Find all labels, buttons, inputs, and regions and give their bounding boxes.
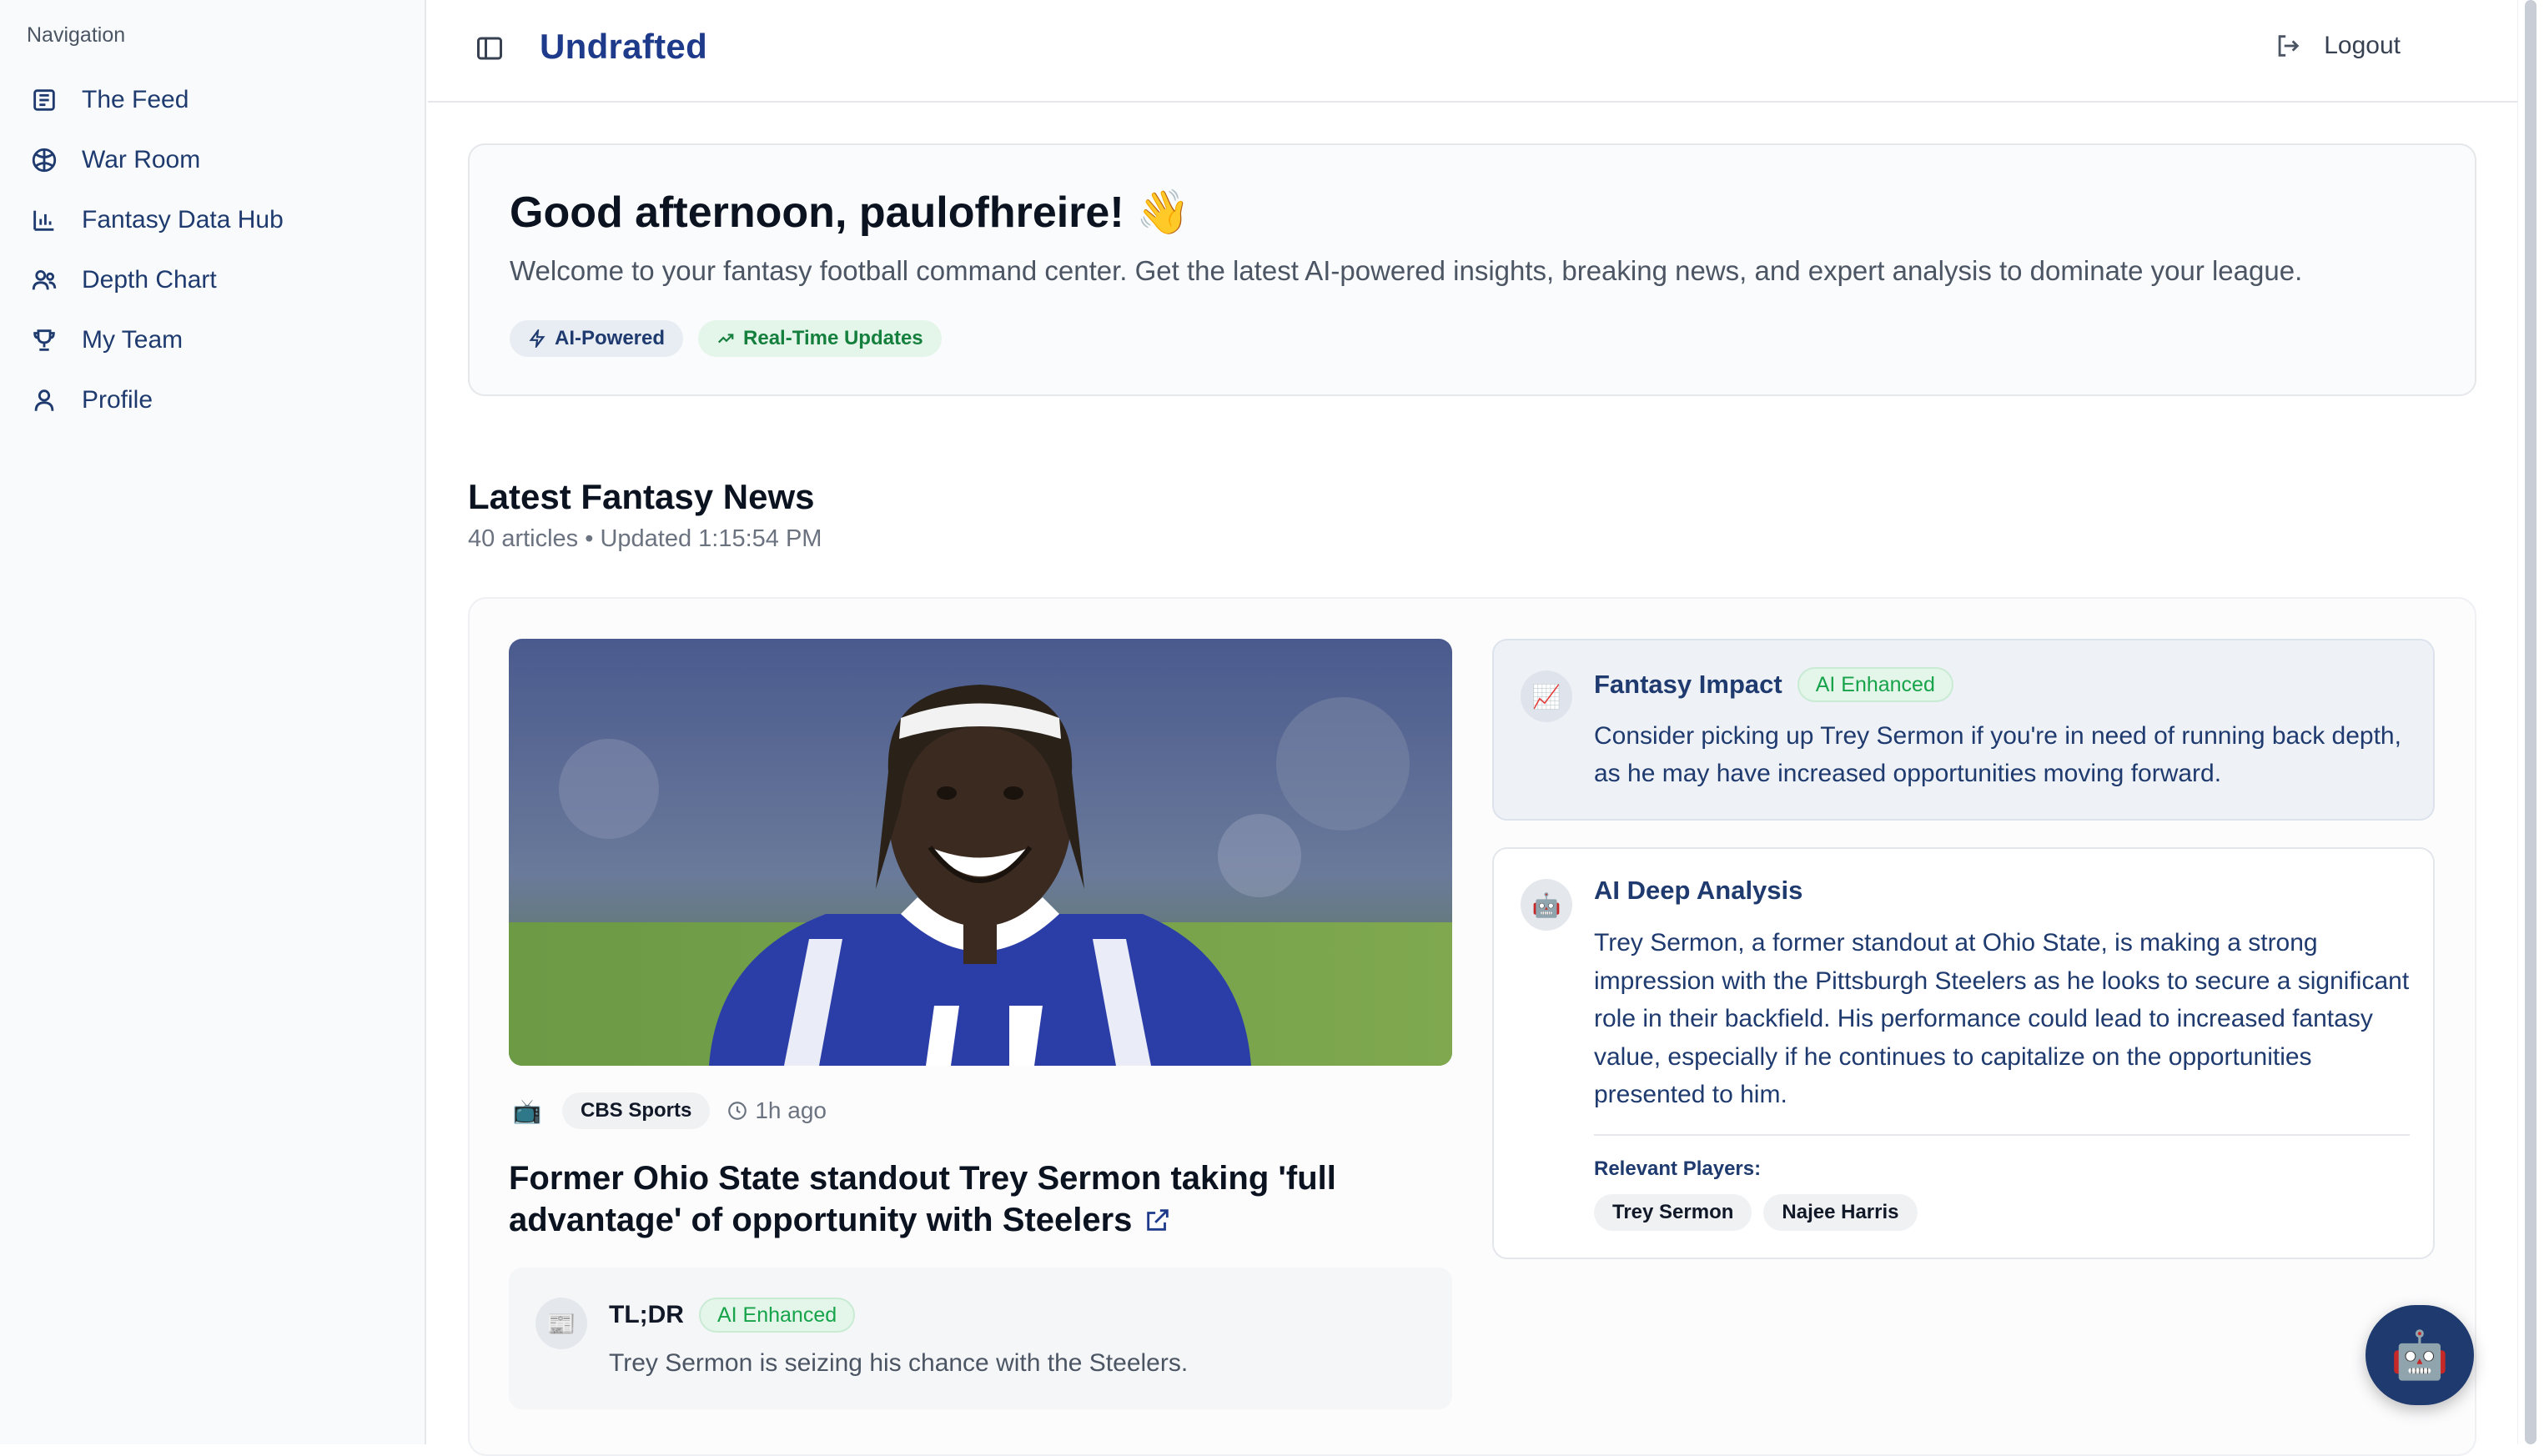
sidebar-item-label: My Team <box>82 326 184 354</box>
fantasy-impact-header: Fantasy Impact AI Enhanced <box>1594 667 1953 702</box>
article-time: 1h ago <box>726 1097 827 1124</box>
bar-chart-icon <box>33 210 54 231</box>
ai-deep-analysis-card: 🤖 AI Deep Analysis Trey Sermon, a former… <box>1492 847 2435 1259</box>
page-scrollbar[interactable] <box>2517 0 2544 1444</box>
sidebar-item-label: The Feed <box>82 86 189 113</box>
tldr-title: TL;DR <box>609 1301 684 1328</box>
tldr-text: Trey Sermon is seizing his chance with t… <box>609 1349 1189 1377</box>
article-photo[interactable] <box>509 639 1452 1066</box>
logout-label: Logout <box>2324 32 2401 59</box>
tv-icon: 📺 <box>512 1097 542 1124</box>
article-headline[interactable]: Former Ohio State standout Trey Sermon t… <box>509 1157 1426 1241</box>
sidebar: Navigation The Feed War Room Fantasy Dat… <box>0 0 426 1444</box>
deep-analysis-header: AI Deep Analysis <box>1594 876 1802 906</box>
divider <box>1594 1134 2410 1136</box>
newspaper-icon <box>33 89 55 111</box>
welcome-subtitle: Welcome to your fantasy football command… <box>510 255 2303 286</box>
clock-icon <box>728 1102 747 1120</box>
sidebar-toggle-icon[interactable] <box>475 33 505 63</box>
real-time-badge: Real-Time Updates <box>698 320 942 357</box>
source-badge: CBS Sports <box>562 1092 711 1129</box>
ai-enhanced-badge: AI Enhanced <box>1797 667 1953 702</box>
sidebar-item-profile[interactable]: Profile <box>30 370 284 430</box>
sidebar-item-label: Profile <box>82 386 153 414</box>
welcome-card: Good afternoon, paulofhreire! 👋 Welcome … <box>468 143 2476 396</box>
logout-button[interactable]: Logout <box>2274 32 2401 60</box>
sidebar-item-label: Fantasy Data Hub <box>82 206 284 233</box>
fantasy-impact-text: Consider picking up Trey Sermon if you'r… <box>1594 722 2401 787</box>
fantasy-impact-card: 📈 Fantasy Impact AI Enhanced Consider pi… <box>1492 639 2435 821</box>
sidebar-item-fantasy-data-hub[interactable]: Fantasy Data Hub <box>30 190 284 250</box>
sidebar-item-war-room[interactable]: War Room <box>30 130 284 190</box>
logout-icon <box>2278 35 2300 57</box>
sidebar-item-label: Depth Chart <box>82 266 217 294</box>
tldr-header: TL;DR AI Enhanced <box>609 1298 856 1333</box>
trophy-icon <box>33 329 55 351</box>
sidebar-item-depth-chart[interactable]: Depth Chart <box>30 250 284 310</box>
welcome-badges: AI-Powered Real-Time Updates <box>510 320 942 357</box>
article-source-row: 📺 CBS Sports 1h ago <box>509 1092 827 1129</box>
lightning-icon <box>529 329 546 348</box>
ai-powered-badge: AI-Powered <box>510 320 684 357</box>
chart-up-icon: 📈 <box>1521 670 1572 722</box>
player-photo-illustration <box>509 639 1452 1066</box>
deep-analysis-title: AI Deep Analysis <box>1594 876 1803 905</box>
deep-analysis-text: Trey Sermon, a former standout at Ohio S… <box>1594 929 2410 1108</box>
brand-title[interactable]: Undrafted <box>540 27 707 67</box>
sidebar-item-my-team[interactable]: My Team <box>30 310 284 370</box>
scrollbar-thumb[interactable] <box>2525 0 2536 1444</box>
relevant-players-list: Trey Sermon Najee Harris <box>1594 1194 1918 1231</box>
tldr-card: 📰 TL;DR AI Enhanced Trey Sermon is seizi… <box>509 1268 1452 1409</box>
sidebar-item-label: War Room <box>82 146 201 173</box>
news-meta: 40 articles • Updated 1:15:54 PM <box>468 525 822 552</box>
trending-up-icon <box>718 334 734 344</box>
newspaper-icon: 📰 <box>535 1298 587 1349</box>
user-icon <box>34 389 54 411</box>
greeting-title: Good afternoon, paulofhreire! 👋 <box>510 188 1190 237</box>
nav-list: The Feed War Room Fantasy Data Hub Depth… <box>30 70 284 430</box>
football-icon <box>32 148 57 173</box>
news-section-title: Latest Fantasy News <box>468 477 815 516</box>
ai-assistant-button[interactable]: 🤖 <box>2366 1305 2474 1405</box>
top-bar: Undrafted Logout <box>428 0 2517 103</box>
robot-icon: 🤖 <box>1521 879 1572 931</box>
users-icon <box>32 269 57 290</box>
relevant-players-label: Relevant Players: <box>1594 1157 1762 1180</box>
sidebar-item-the-feed[interactable]: The Feed <box>30 70 284 130</box>
player-tag[interactable]: Najee Harris <box>1763 1194 1918 1231</box>
player-tag[interactable]: Trey Sermon <box>1594 1194 1752 1231</box>
external-link-icon[interactable] <box>1144 1206 1172 1234</box>
ai-enhanced-badge: AI Enhanced <box>698 1298 856 1333</box>
fantasy-impact-title: Fantasy Impact <box>1594 670 1782 699</box>
nav-heading: Navigation <box>27 23 126 47</box>
